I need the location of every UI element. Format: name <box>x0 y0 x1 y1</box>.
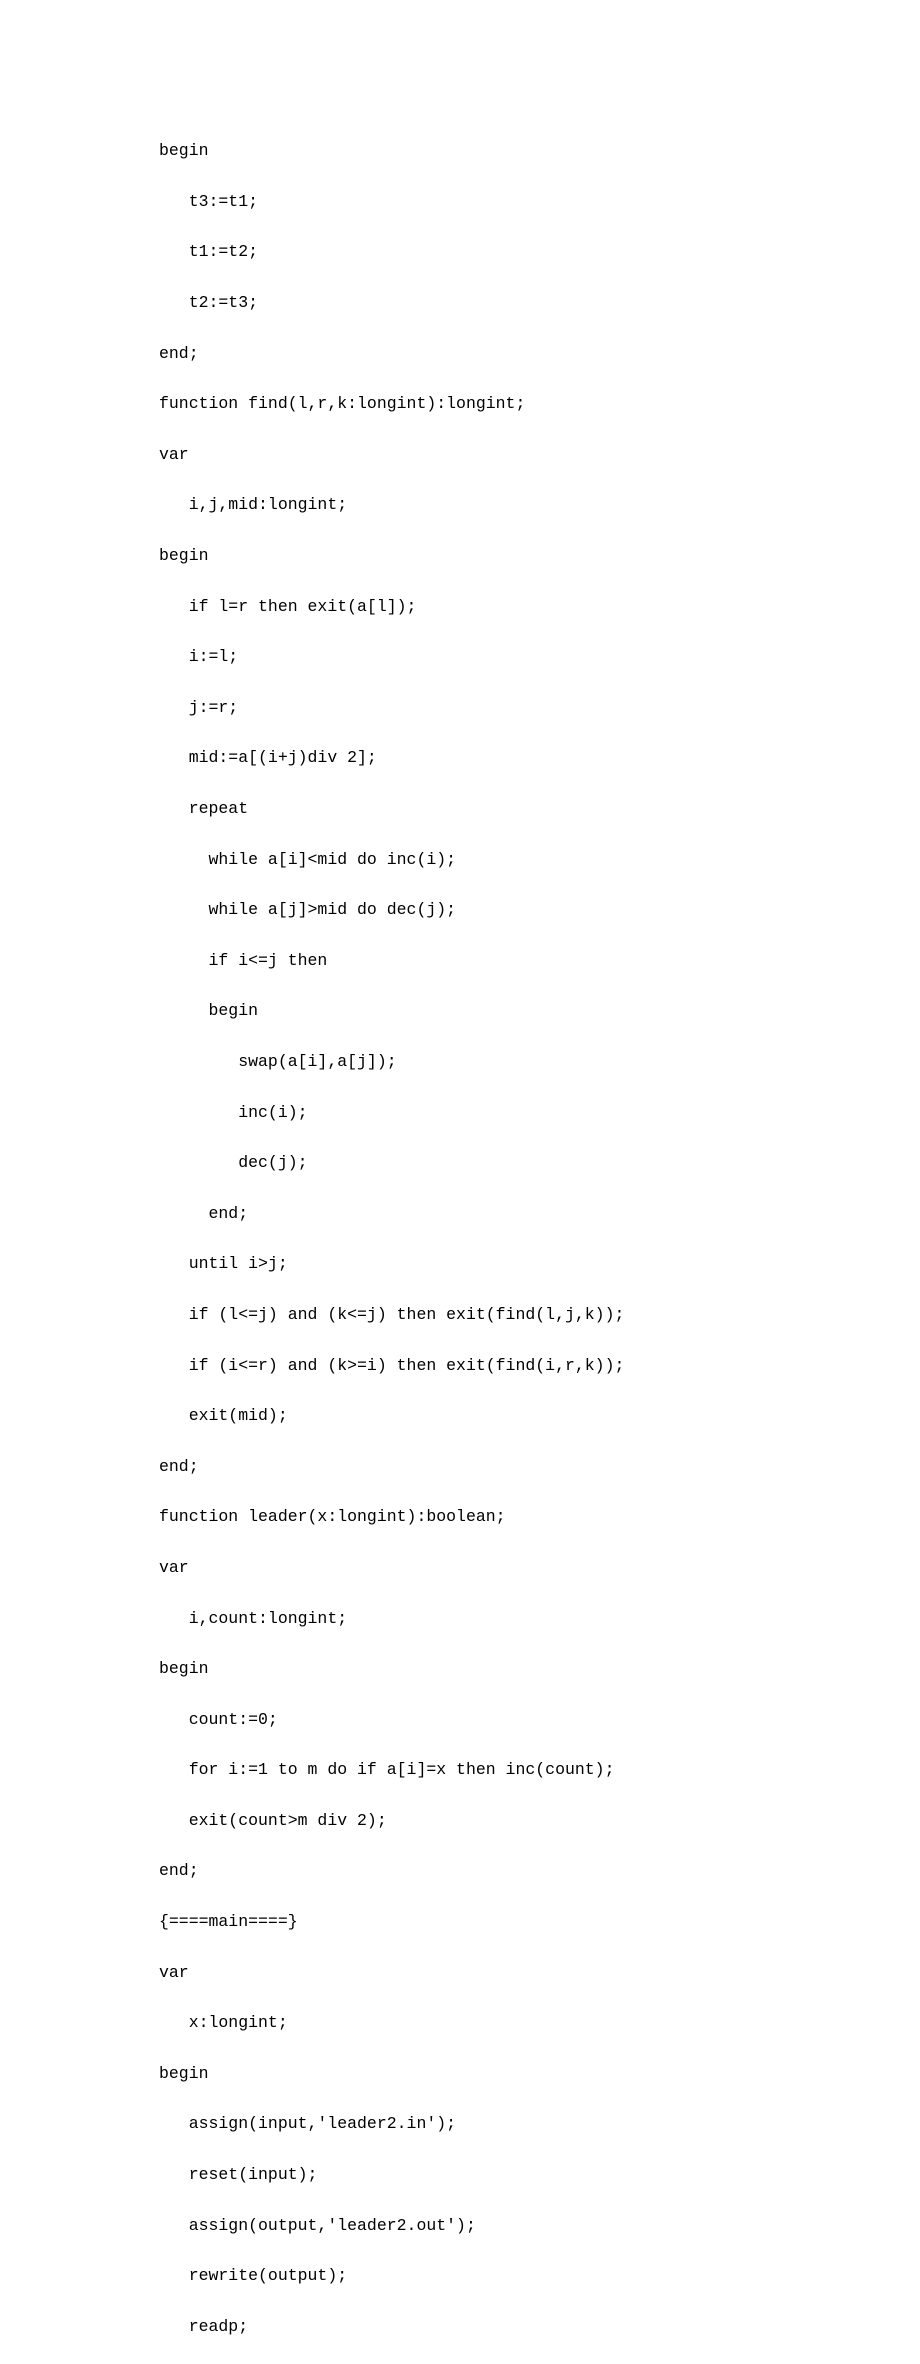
code-line: swap(a[i],a[j]); <box>159 1049 920 1074</box>
code-line: reset(input); <box>159 2162 920 2187</box>
code-line: t3:=t1; <box>159 189 920 214</box>
code-line: while a[i]<mid do inc(i); <box>159 847 920 872</box>
code-line: count:=0; <box>159 1707 920 1732</box>
code-line: readp; <box>159 2314 920 2339</box>
code-line: repeat <box>159 796 920 821</box>
code-line: i,count:longint; <box>159 1606 920 1631</box>
code-line: {====main====} <box>159 1909 920 1934</box>
code-line: if i<=j then <box>159 948 920 973</box>
code-line: end; <box>159 1454 920 1479</box>
code-line: end; <box>159 1201 920 1226</box>
code-line: x:longint; <box>159 2010 920 2035</box>
code-line: i:=l; <box>159 644 920 669</box>
code-line: if (l<=j) and (k<=j) then exit(find(l,j,… <box>159 1302 920 1327</box>
code-line: inc(i); <box>159 1100 920 1125</box>
code-line: function find(l,r,k:longint):longint; <box>159 391 920 416</box>
code-line: var <box>159 1555 920 1580</box>
code-line: assign(input,'leader2.in'); <box>159 2111 920 2136</box>
code-line: begin <box>159 543 920 568</box>
code-line: if l=r then exit(a[l]); <box>159 594 920 619</box>
code-line: mid:=a[(i+j)div 2]; <box>159 745 920 770</box>
code-line: if (i<=r) and (k>=i) then exit(find(i,r,… <box>159 1353 920 1378</box>
code-line: dec(j); <box>159 1150 920 1175</box>
code-page: begin t3:=t1; t1:=t2; t2:=t3; end; funct… <box>0 0 920 2364</box>
code-line: begin <box>159 998 920 1023</box>
code-line: assign(output,'leader2.out'); <box>159 2213 920 2238</box>
code-line: i,j,mid:longint; <box>159 492 920 517</box>
code-line: begin <box>159 1656 920 1681</box>
code-line: t2:=t3; <box>159 290 920 315</box>
code-line: while a[j]>mid do dec(j); <box>159 897 920 922</box>
code-line: t1:=t2; <box>159 239 920 264</box>
code-line: exit(mid); <box>159 1403 920 1428</box>
code-line: begin <box>159 2061 920 2086</box>
code-line: rewrite(output); <box>159 2263 920 2288</box>
code-line: end; <box>159 1858 920 1883</box>
code-line: j:=r; <box>159 695 920 720</box>
code-line: end; <box>159 341 920 366</box>
code-line: var <box>159 442 920 467</box>
code-line: for i:=1 to m do if a[i]=x then inc(coun… <box>159 1757 920 1782</box>
code-line: exit(count>m div 2); <box>159 1808 920 1833</box>
code-line: begin <box>159 138 920 163</box>
code-line: var <box>159 1960 920 1985</box>
code-line: until i>j; <box>159 1251 920 1276</box>
code-line: function leader(x:longint):boolean; <box>159 1504 920 1529</box>
